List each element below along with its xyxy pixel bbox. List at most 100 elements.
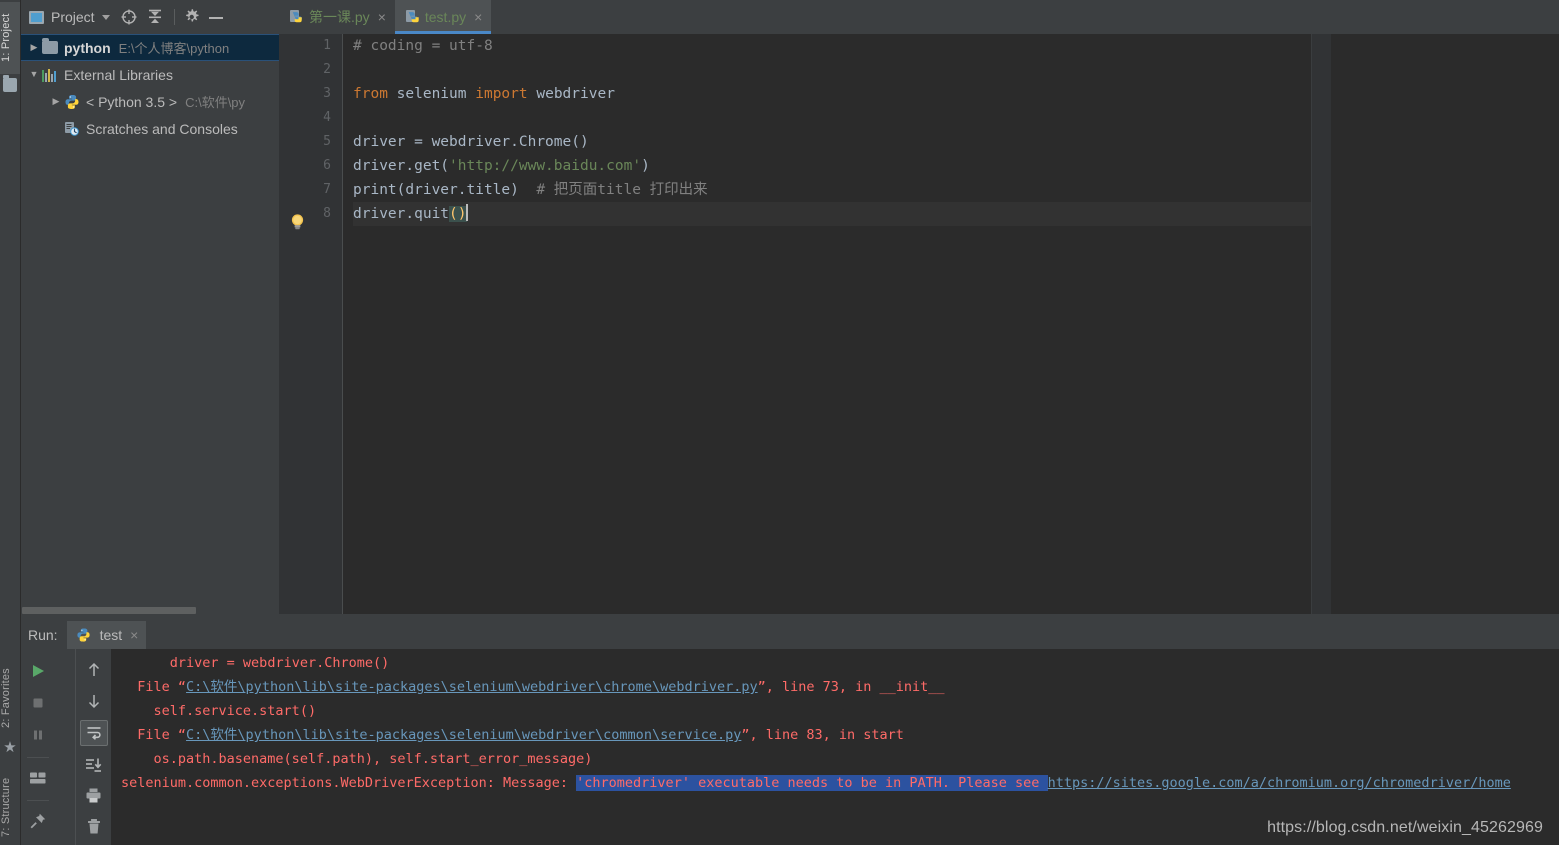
libraries-icon [42,68,58,82]
editor-tab-1[interactable]: test.py × [394,0,492,34]
expand-arrow-icon[interactable]: ▶ [26,43,42,52]
close-icon[interactable]: × [474,10,482,24]
editor-preview-pane [1331,34,1559,614]
tree-item-python[interactable]: ▶ python E:\个人博客\python [20,34,279,61]
project-panel-header: Project [20,0,279,34]
tree-item-python-interpreter[interactable]: ▶ < Python 3.5 > C:\软件\py [20,88,279,115]
console-line: driver = webdriver.Chrome() [111,651,1559,675]
console-indent [121,679,137,695]
run-configuration-tab[interactable]: test × [66,621,147,649]
code-token: # coding = utf-8 [353,38,493,54]
console-link[interactable]: C:\软件\python\lib\site-packages\selenium\… [186,679,758,695]
run-icon[interactable] [25,658,51,684]
console-text: ”, line 83, in start [741,727,904,743]
toolbar-divider [26,800,49,801]
code-token: from [353,86,388,102]
code-token: driver.quit [353,206,450,222]
pin-icon[interactable] [25,808,51,834]
code-token: # 把页面title 打印出来 [536,182,708,198]
run-tab-label: test [99,627,123,643]
code-token: driver.get( [353,158,450,174]
editor-tab-bar: 第一课.py × test.py × [279,0,1559,34]
close-icon[interactable]: × [130,628,138,642]
toolbar-divider [26,757,49,758]
gear-icon[interactable] [183,8,201,26]
console-indent [121,727,137,743]
editor-tab-label: 第一课.py [309,9,370,25]
intention-bulb-icon[interactable] [289,213,306,231]
close-icon[interactable]: × [378,10,386,24]
tree-item-scratches-and-consoles[interactable]: ▶ Scratches and Consoles [20,115,279,142]
soft-wrap-icon[interactable] [79,719,108,747]
star-icon: ★ [3,739,17,756]
code-token: webdriver [527,86,615,102]
console-line: self.service.start() [111,699,1559,723]
code-token: print(driver.title) [353,182,537,198]
console-text: ”, line 73, in __init__ [757,679,945,695]
console-line: os.path.basename(self.path), self.start_… [111,747,1559,771]
text-caret [465,204,468,221]
console-indent [121,655,170,671]
line-number: 7 [323,182,331,197]
left-tool-stripe: 1: Project 2: Favorites ★ 7: Structure [0,0,21,845]
python-interpreter-icon [64,94,80,110]
tree-item-label: < Python 3.5 > [86,93,178,110]
project-panel-title: Project [51,9,95,25]
console-text: os.path.basename(self.path), self.start_… [153,751,593,767]
scroll-to-end-icon[interactable] [81,752,107,777]
sidebar-tab-project[interactable]: 1: Project [0,2,20,74]
watermark-url: https://blog.csdn.net/weixin_45262969 [1267,819,1543,836]
project-icon [29,10,44,24]
editor-scrollbar-area[interactable] [1312,34,1559,614]
scrollbar-thumb[interactable] [22,607,196,614]
console-text: File “ [137,727,187,743]
line-number: 4 [323,110,331,125]
sidebar-tab-favorites[interactable]: 2: Favorites [0,658,20,738]
console-text: selenium.common.exceptions.WebDriverExce… [121,775,577,791]
up-arrow-icon[interactable] [81,658,107,683]
line-number: 3 [323,86,331,101]
down-arrow-icon[interactable] [81,689,107,714]
tree-item-label: python [64,39,111,56]
console-output[interactable]: driver = webdriver.Chrome() File “C:\软件\… [111,649,1559,845]
console-indent [121,751,154,767]
line-number: 2 [323,62,331,77]
editor-console-splitter[interactable] [20,614,1559,621]
print-icon[interactable] [81,783,107,808]
editor-tab-0[interactable]: 第一课.py × [279,0,395,34]
console-text: driver = webdriver.Chrome() [169,655,390,671]
no-arrow-placeholder: ▶ [48,124,64,133]
collapse-arrow-icon[interactable]: ▼ [26,70,42,79]
stop-icon[interactable] [25,690,51,716]
console-line: File “C:\软件\python\lib\site-packages\sel… [111,723,1559,747]
console-link[interactable]: C:\软件\python\lib\site-packages\selenium\… [186,727,741,743]
pause-icon[interactable] [25,722,51,748]
sidebar-tab-structure[interactable]: 7: Structure [0,770,20,845]
code-editor[interactable]: 1 2 3 4 5 6 7 8 # coding = utf-8 from sel… [279,34,1559,614]
run-panel-label: Run: [28,627,58,643]
layout-icon[interactable] [25,765,51,791]
console-indent [121,703,154,719]
tree-item-label: Scratches and Consoles [86,120,238,137]
expand-arrow-icon[interactable]: ▶ [48,97,64,106]
run-toolbar-left [20,649,55,845]
folder-icon [42,38,58,54]
console-text: 'chromedriver' executable needs to be in… [576,775,1048,791]
collapse-all-icon[interactable] [146,8,164,26]
console-text: File “ [137,679,187,695]
tree-item-label: External Libraries [64,66,173,83]
locate-target-icon[interactable] [120,8,138,26]
chevron-down-icon[interactable] [101,14,110,20]
console-link[interactable]: https://sites.google.com/a/chromium.org/… [1048,775,1511,791]
minimize-icon[interactable] [208,8,227,26]
python-file-icon [290,9,305,25]
trash-icon[interactable] [81,814,107,839]
code-token: import [475,86,528,102]
project-stripe-folder-icon [3,75,17,92]
code-token: driver = webdriver.Chrome() [353,134,589,150]
code-token: ) [641,158,650,174]
tree-item-path: E:\个人博客\python [118,41,230,56]
console-text: self.service.start() [153,703,317,719]
tree-item-external-libraries[interactable]: ▼ External Libraries [20,61,279,88]
